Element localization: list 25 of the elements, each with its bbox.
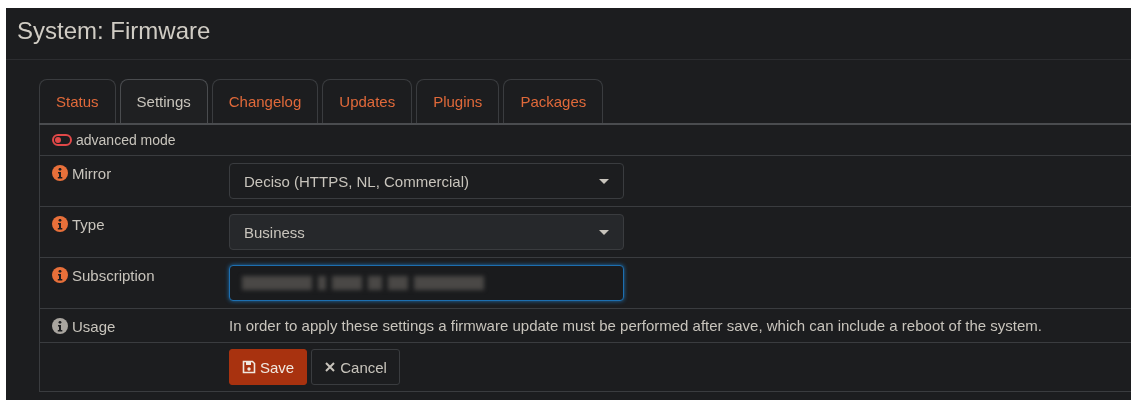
- tab[interactable]: Settings: [119, 79, 208, 123]
- usage-text: In order to apply these settings a firmware update must be performed after save, which can include a reboot of the system.: [229, 317, 1042, 334]
- save-icon: [242, 360, 256, 374]
- tab[interactable]: Updates: [322, 79, 413, 123]
- info-icon[interactable]: [52, 216, 68, 232]
- field-label: Type: [72, 216, 105, 234]
- cancel-button[interactable]: Cancel: [311, 349, 400, 385]
- field-label: Subscription: [72, 267, 155, 285]
- tab[interactable]: Plugins: [416, 79, 500, 123]
- close-icon: [324, 361, 337, 373]
- tab[interactable]: Packages: [503, 79, 604, 123]
- dropdown[interactable]: Deciso (HTTPS, NL, Commercial): [229, 163, 624, 199]
- dropdown[interactable]: Business: [229, 214, 624, 250]
- info-icon[interactable]: [52, 165, 68, 181]
- field-label: Mirror: [72, 165, 112, 183]
- info-icon[interactable]: [52, 318, 68, 334]
- tab[interactable]: Status: [39, 79, 116, 123]
- toggle-label: advanced mode: [76, 132, 176, 148]
- save-button[interactable]: Save: [229, 349, 308, 385]
- tab[interactable]: Changelog: [211, 79, 319, 123]
- page-title: System: Firmware: [6, 8, 1131, 60]
- info-icon[interactable]: [52, 267, 68, 283]
- field-label: Usage: [72, 318, 116, 336]
- input-field[interactable]: [229, 265, 624, 301]
- toggle-switch[interactable]: [52, 134, 72, 146]
